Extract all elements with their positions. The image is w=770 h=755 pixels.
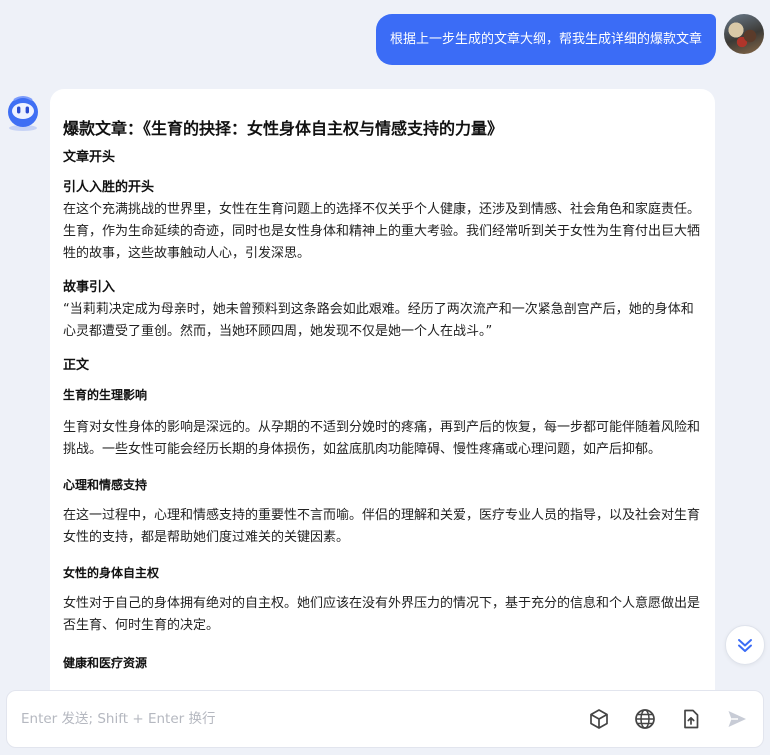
cube-icon bbox=[590, 709, 608, 729]
section-paragraph-autonomy: 女性对于自己的身体拥有绝对的自主权。她们应该在没有外界压力的情况下，基于充分的信… bbox=[63, 596, 701, 633]
story-paragraph: “当莉莉决定成为母亲时，她未曾预料到这条路会如此艰难。经历了两次流产和一次紧急剖… bbox=[63, 302, 694, 339]
user-message-bubble: 根据上一步生成的文章大纲，帮我生成详细的爆款文章 bbox=[375, 14, 716, 65]
send-button[interactable] bbox=[725, 707, 749, 731]
send-icon bbox=[728, 711, 746, 727]
user-avatar[interactable] bbox=[724, 14, 764, 54]
answer-title: 爆款文章：《生育的抉择：女性身体自主权与情感支持的力量》 bbox=[63, 119, 504, 138]
story-heading: 故事引入 bbox=[63, 280, 116, 295]
hook-paragraph: 在这个充满挑战的世界里，女性在生育问题上的选择不仅关乎个人健康，还涉及到情感、社… bbox=[63, 202, 701, 261]
chat-input-bar bbox=[6, 690, 764, 748]
message-input[interactable] bbox=[21, 711, 565, 727]
section-heading-emotional-support: 心理和情感支持 bbox=[63, 478, 148, 492]
body-heading: 正文 bbox=[63, 358, 90, 373]
upload-file-button[interactable] bbox=[679, 707, 703, 731]
section-heading-autonomy: 女性的身体自主权 bbox=[63, 566, 160, 580]
assistant-answer-card: 爆款文章：《生育的抉择：女性身体自主权与情感支持的力量》 文章开头 引人入胜的开… bbox=[50, 89, 715, 729]
globe-icon bbox=[635, 709, 655, 729]
section-paragraph-physiology: 生育对女性身体的影响是深远的。从孕期的不适到分娩时的疼痛，再到产后的恢复，每一步… bbox=[63, 420, 701, 457]
robot-icon bbox=[4, 95, 42, 133]
section-heading-health-resources: 健康和医疗资源 bbox=[63, 656, 148, 670]
cube-button[interactable] bbox=[587, 707, 611, 731]
web-search-button[interactable] bbox=[633, 707, 657, 731]
double-chevron-down-icon bbox=[738, 639, 752, 652]
user-message-row: 根据上一步生成的文章大纲，帮我生成详细的爆款文章 bbox=[375, 14, 764, 65]
section-paragraph-emotional-support: 在这一过程中，心理和情感支持的重要性不言而喻。伴侣的理解和关爱，医疗专业人员的指… bbox=[63, 508, 701, 545]
scroll-to-bottom-button[interactable] bbox=[725, 625, 765, 665]
file-upload-icon bbox=[684, 709, 699, 729]
opening-heading: 文章开头 bbox=[63, 150, 116, 165]
section-heading-physiology: 生育的生理影响 bbox=[63, 388, 148, 402]
hook-heading: 引人入胜的开头 bbox=[63, 180, 155, 195]
